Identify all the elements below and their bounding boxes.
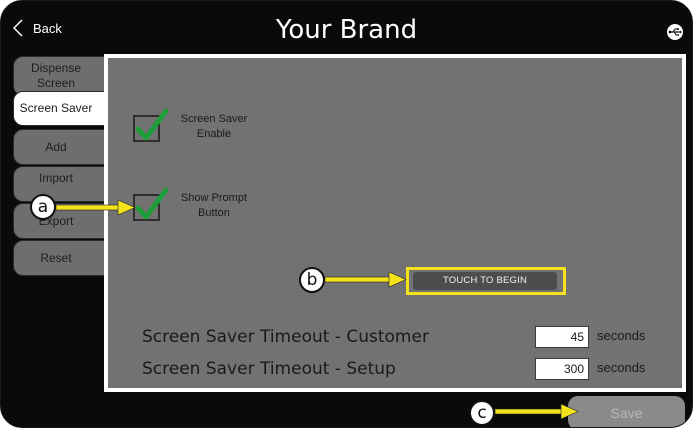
timeout-setup-unit: seconds bbox=[597, 360, 646, 375]
screen-saver-enable-label: Screen Saver Enable bbox=[180, 113, 248, 140]
annotation-b: b bbox=[299, 267, 325, 293]
tab-dispense-screen[interactable]: Dispense Screen bbox=[13, 56, 109, 96]
timeout-setup-input[interactable]: 300 bbox=[535, 358, 589, 380]
arrow-icon bbox=[495, 403, 579, 420]
checkmark-icon bbox=[135, 108, 169, 141]
arrow-icon bbox=[56, 199, 136, 216]
annotation-c: c bbox=[469, 400, 495, 426]
timeout-customer-unit: seconds bbox=[597, 328, 646, 343]
tab-label: Reset bbox=[40, 250, 72, 265]
timeout-customer-label: Screen Saver Timeout - Customer bbox=[142, 327, 429, 347]
page-title: Your Brand bbox=[275, 15, 418, 45]
tab-import[interactable]: Import bbox=[13, 166, 109, 202]
tab-label: Dispense Screen bbox=[30, 61, 82, 90]
timeout-setup-label: Screen Saver Timeout - Setup bbox=[142, 359, 396, 379]
save-button[interactable]: Save bbox=[568, 396, 685, 427]
header-bar: Back Your Brand bbox=[1, 1, 692, 56]
show-prompt-button-checkbox[interactable] bbox=[133, 187, 169, 221]
usb-icon bbox=[667, 24, 683, 40]
tab-reset[interactable]: Reset bbox=[13, 240, 109, 276]
tab-label: Add bbox=[45, 139, 67, 154]
screen-saver-enable-checkbox[interactable] bbox=[133, 108, 169, 142]
tab-label: Screen Saver bbox=[19, 101, 93, 115]
checkmark-icon bbox=[135, 187, 169, 220]
timeout-customer-input[interactable]: 45 bbox=[535, 326, 589, 348]
touch-to-begin-button[interactable]: TOUCH TO BEGIN bbox=[413, 272, 557, 290]
tab-screen-saver[interactable]: Screen Saver bbox=[13, 91, 109, 126]
tab-add[interactable]: Add bbox=[13, 129, 109, 165]
arrow-icon bbox=[325, 271, 407, 288]
show-prompt-button-label: Show Prompt Button bbox=[180, 192, 248, 219]
annotation-a: a bbox=[30, 194, 56, 220]
tab-label: Import bbox=[38, 170, 73, 185]
